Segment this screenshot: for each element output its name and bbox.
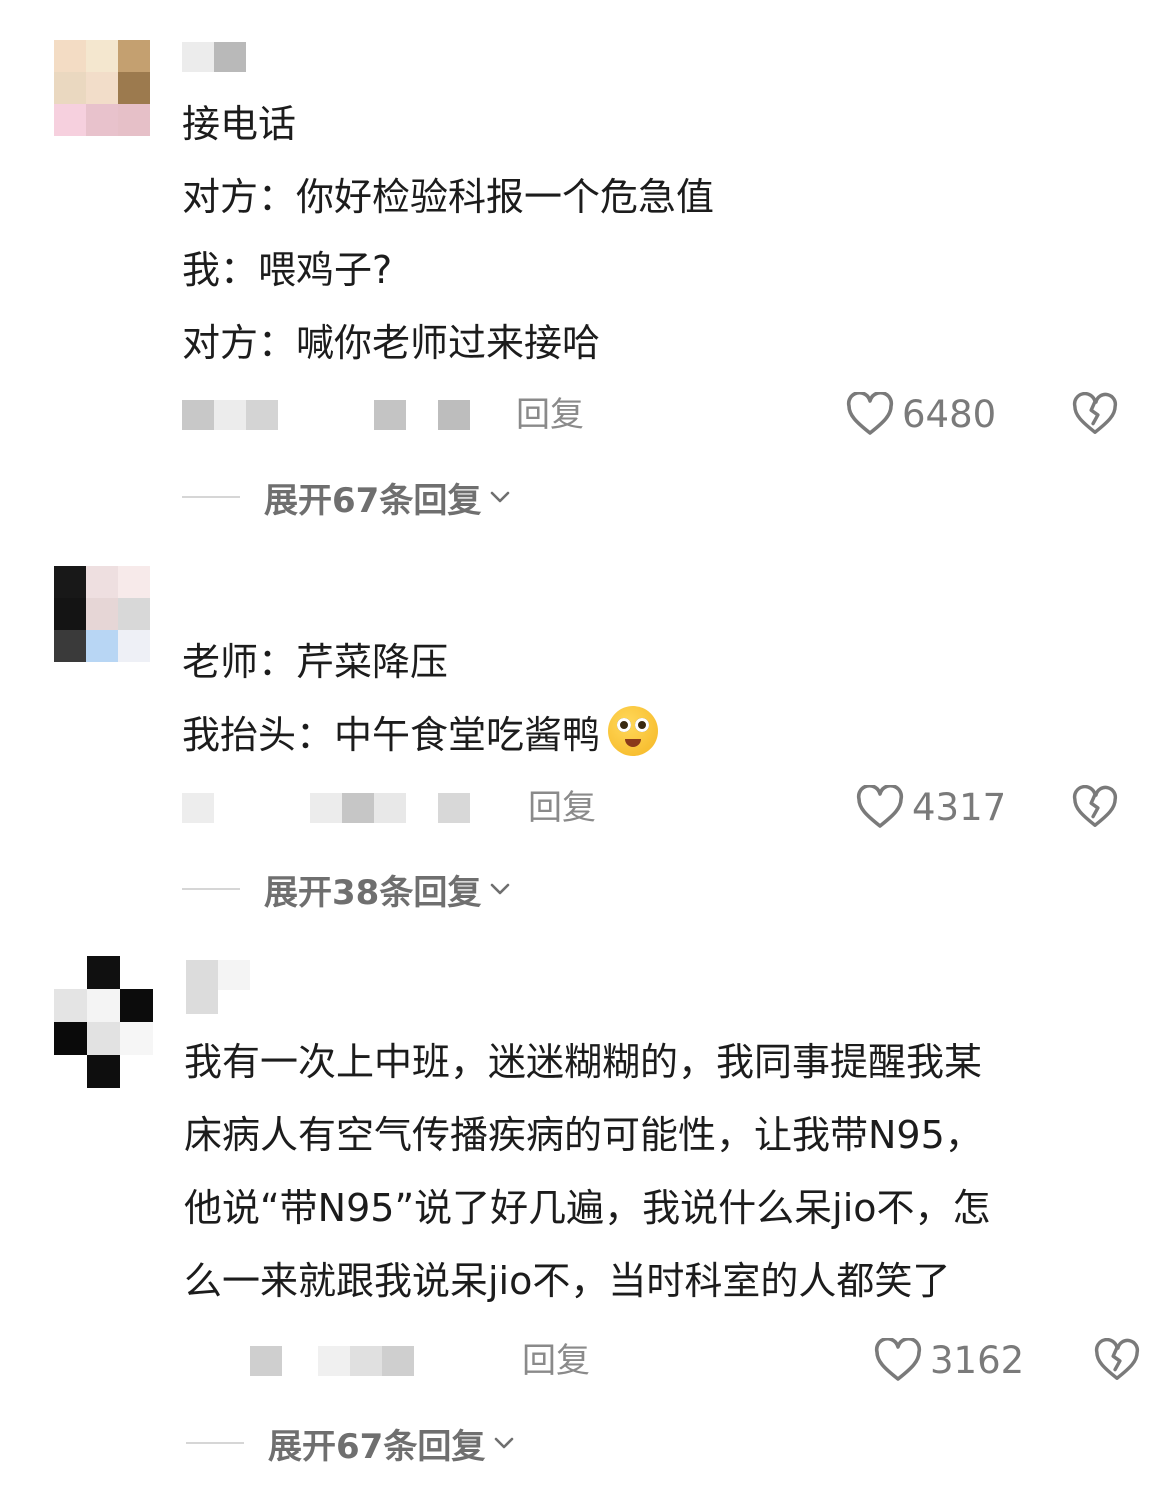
timestamp-blurred: [182, 793, 214, 823]
dislike-button[interactable]: [1072, 784, 1118, 833]
comment-text: 我有一次上中班，迷迷糊糊的，我同事提醒我某 床病人有空气传播疾病的可能性，让我带…: [184, 1040, 991, 1303]
dislike-button[interactable]: [1094, 1337, 1140, 1386]
broken-heart-icon: [1072, 784, 1118, 827]
chevron-down-icon: [491, 883, 510, 895]
location-blurred: [318, 1346, 350, 1376]
expand-label: 展开67条回复: [268, 1426, 486, 1467]
avatar[interactable]: [54, 40, 150, 136]
divider: [182, 496, 240, 498]
heart-outline-icon: [874, 1338, 922, 1381]
timestamp-blurred: [250, 1346, 282, 1376]
location-blurred: [350, 1346, 382, 1376]
expand-replies-button[interactable]: 展开67条回复: [186, 1418, 515, 1468]
expand-label: 展开38条回复: [264, 872, 482, 913]
like-button[interactable]: 6480: [846, 392, 996, 436]
like-count: 4317: [912, 785, 1007, 829]
location-blurred: [310, 793, 342, 823]
timestamp-blurred: [246, 400, 278, 430]
dislike-button[interactable]: [1072, 391, 1118, 440]
divider: [186, 1442, 244, 1444]
username-blurred[interactable]: [186, 960, 250, 1014]
reply-button[interactable]: 回复: [522, 1340, 590, 1382]
broken-heart-icon: [1094, 1337, 1140, 1380]
comment-meta-row: 回复 6480: [0, 390, 1170, 440]
comment-meta-row: 回复 4317: [0, 783, 1170, 833]
divider: [182, 888, 240, 890]
location-blurred: [342, 793, 374, 823]
timestamp-blurred: [182, 400, 214, 430]
heart-outline-icon: [856, 785, 904, 828]
username-blurred[interactable]: [182, 42, 246, 72]
expand-replies-button[interactable]: 展开67条回复: [182, 472, 511, 522]
like-button[interactable]: 4317: [856, 785, 1006, 829]
starry-eyes-emoji: [608, 706, 659, 756]
like-count: 3162: [930, 1338, 1025, 1382]
expand-label: 展开67条回复: [264, 480, 482, 521]
location-blurred: [374, 400, 406, 430]
chevron-down-icon: [491, 491, 510, 503]
location-blurred: [438, 793, 470, 823]
location-blurred: [374, 793, 406, 823]
timestamp-blurred: [214, 400, 246, 430]
reply-button[interactable]: 回复: [516, 394, 584, 436]
avatar[interactable]: [54, 566, 150, 662]
broken-heart-icon: [1072, 391, 1118, 434]
comment-text: 接电话 对方：你好检验科报一个危急值 我：喂鸡子? 对方：喊你老师过来接哈: [182, 102, 715, 365]
avatar[interactable]: [54, 956, 153, 1088]
location-blurred: [438, 400, 470, 430]
reply-button[interactable]: 回复: [528, 787, 596, 829]
heart-outline-icon: [846, 392, 894, 435]
comment-meta-row: 回复 3162: [0, 1336, 1170, 1386]
location-blurred: [382, 1346, 414, 1376]
expand-replies-button[interactable]: 展开38条回复: [182, 864, 511, 914]
like-button[interactable]: 3162: [874, 1338, 1024, 1382]
like-count: 6480: [902, 392, 997, 436]
comment-text: 老师：芹菜降压 我抬头：中午食堂吃酱鸭: [182, 626, 1142, 772]
chevron-down-icon: [495, 1437, 514, 1449]
